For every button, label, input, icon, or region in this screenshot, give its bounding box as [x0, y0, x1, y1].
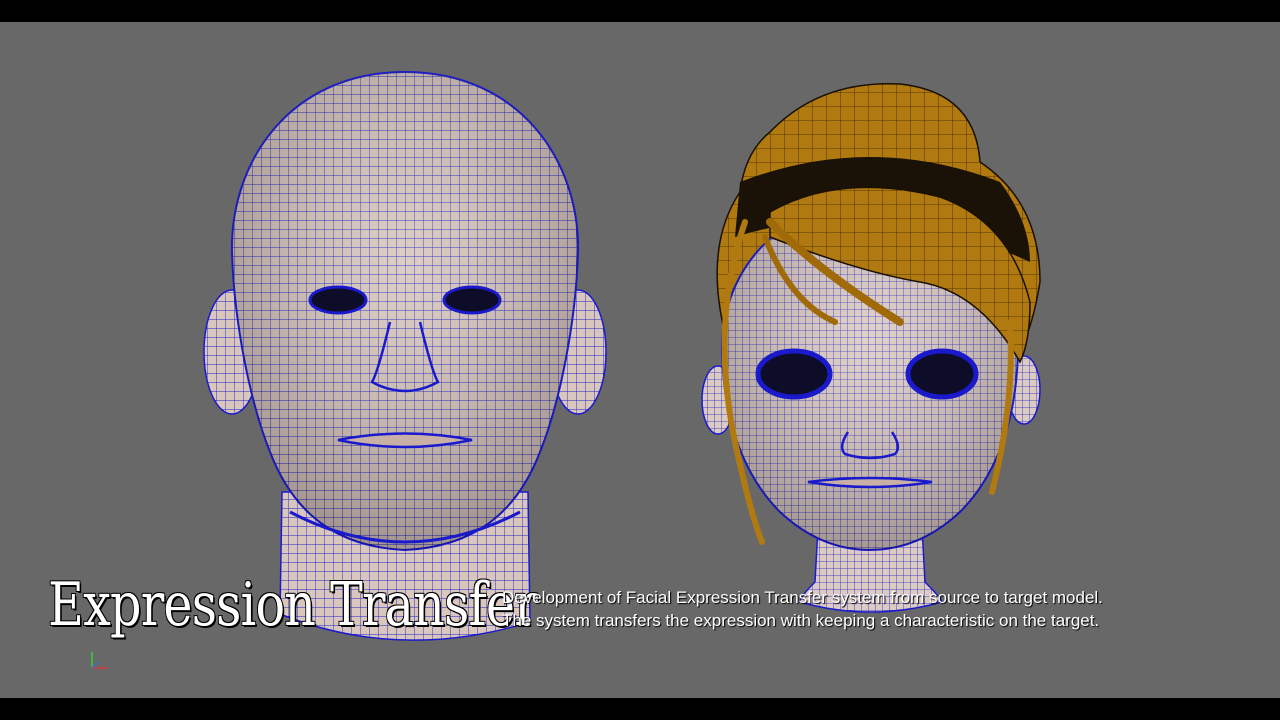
caption-block: Development of Facial Expression Transfe… [502, 586, 1103, 632]
target-right-eye [905, 348, 979, 400]
target-head-model[interactable] [701, 82, 1041, 613]
source-head-shading [231, 72, 579, 550]
source-head-model[interactable] [203, 70, 607, 641]
source-right-eye [442, 285, 502, 315]
target-left-eye [755, 348, 833, 400]
caption-line-2: The system transfers the expression with… [502, 611, 1100, 630]
video-title: Expression Transfer [48, 570, 538, 640]
caption-line-1: Development of Facial Expression Transfe… [502, 588, 1103, 607]
letterbox-bottom [0, 698, 1280, 720]
axis-gizmo-icon [91, 652, 108, 669]
letterbox-top [0, 0, 1280, 22]
target-mouth [807, 476, 933, 489]
source-left-eye [308, 285, 368, 315]
